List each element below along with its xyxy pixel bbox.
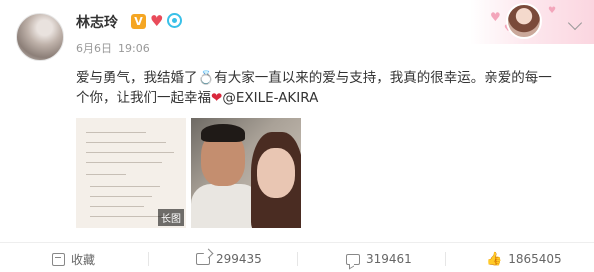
action-bar-divider: [0, 242, 594, 243]
post-image-letter[interactable]: 长图: [76, 118, 186, 228]
share-button[interactable]: 299435: [196, 249, 262, 269]
favorite-button[interactable]: 收藏: [52, 249, 95, 269]
deco-heart-icon: ♥: [548, 6, 557, 16]
post-timestamp[interactable]: 6月6日 19:06: [76, 40, 156, 56]
decoration-avatar: [506, 3, 542, 39]
deco-heart-icon: ♥: [490, 10, 501, 24]
content-line-1: 爱与勇气，我结婚了💍有大家一直以来的爱与支持，我真的很幸运。亲爱的每一: [76, 70, 552, 86]
photo-figure: [257, 148, 295, 198]
handwriting-line: [86, 142, 166, 143]
handwriting-line: [90, 206, 144, 207]
handwriting-line: [90, 186, 160, 187]
member-badge-icon: [167, 13, 182, 28]
comment-count: 319461: [366, 252, 412, 266]
photo-figure: [201, 124, 245, 142]
comment-icon: [346, 253, 360, 265]
thumbs-up-icon: 👍: [486, 251, 503, 267]
author-name[interactable]: 林志玲: [76, 12, 118, 32]
favorite-label: 收藏: [71, 252, 96, 267]
like-button[interactable]: 👍 1865405: [486, 249, 562, 269]
share-icon: [196, 253, 210, 265]
favorite-icon: [52, 252, 65, 266]
heart-badge-icon: ♥: [150, 12, 164, 30]
post-time: 19:06: [118, 42, 150, 55]
action-separator: [445, 252, 446, 266]
action-separator: [297, 252, 298, 266]
handwriting-line: [86, 132, 146, 133]
mention-link[interactable]: @EXILE-AKIRA: [222, 90, 318, 106]
action-separator: [148, 252, 149, 266]
comment-button[interactable]: 319461: [346, 249, 412, 269]
post-content: 爱与勇气，我结婚了💍有大家一直以来的爱与支持，我真的很幸运。亲爱的每一 个你，让…: [76, 68, 581, 108]
handwriting-line: [90, 196, 152, 197]
weibo-post-card: ♥ ♥ ♥ 林志玲 V ♥ 6月6日19:06 爱与勇气，我结婚了💍有大家一直以…: [0, 0, 594, 272]
content-line-2: 个你，让我们一起幸福❤@EXILE-AKIRA: [76, 88, 581, 108]
avatar[interactable]: [16, 13, 64, 61]
verified-badge-icon: V: [131, 14, 146, 29]
handwriting-line: [86, 162, 162, 163]
heart-icon: ❤: [211, 90, 223, 106]
content-text: 个你，让我们一起幸福: [76, 90, 211, 106]
like-count: 1865405: [508, 252, 562, 266]
long-image-badge: 长图: [158, 209, 184, 226]
post-image-photo[interactable]: [191, 118, 301, 228]
share-count: 299435: [216, 252, 262, 266]
handwriting-line: [86, 152, 174, 153]
post-date: 6月6日: [76, 42, 112, 55]
handwriting-line: [86, 174, 126, 175]
